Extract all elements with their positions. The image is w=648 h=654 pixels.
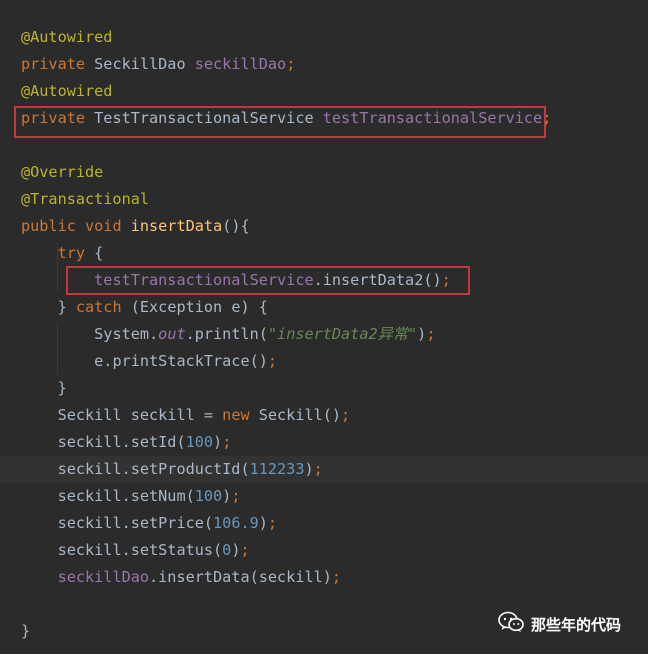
code-token: catch (75, 298, 131, 316)
code-token: } (57, 379, 67, 397)
code-token: ; (231, 487, 241, 505)
code-token: @Autowired (21, 82, 113, 100)
code-token: insertData (130, 217, 223, 235)
code-token: { (94, 244, 104, 262)
code-token: ) (258, 514, 268, 532)
code-token: } (21, 622, 31, 640)
code-line[interactable]: seckill.setProductId(112233); (21, 456, 323, 483)
code-token: @Transactional (21, 190, 150, 208)
code-token: (Exception e) { (130, 298, 268, 316)
code-line[interactable]: seckill.setId(100); (21, 429, 232, 456)
code-token: ; (240, 541, 250, 559)
code-token: seckill.setNum( (57, 487, 195, 505)
code-token: seckill.setPrice( (57, 514, 214, 532)
code-token: .println( (185, 325, 268, 343)
code-token: "insertData2异常" (267, 325, 418, 343)
code-token: ; (331, 568, 342, 586)
code-token: out (158, 325, 186, 343)
code-token: SeckillDao (94, 55, 195, 73)
code-token: Seckill() (258, 406, 342, 424)
code-token: public (21, 217, 86, 235)
code-line[interactable]: @Transactional (21, 186, 149, 213)
code-token: @Override (21, 163, 104, 181)
code-token: seckillDao (194, 55, 287, 73)
code-token: 100 (185, 433, 214, 451)
code-line[interactable]: @Autowired (21, 78, 112, 105)
code-line[interactable]: } catch (Exception e) { (21, 294, 268, 321)
code-token: ; (267, 352, 278, 370)
code-token: .insertData(seckill) (149, 568, 332, 586)
highlight-box-field (14, 106, 546, 138)
code-token: 112233 (249, 460, 305, 478)
code-line[interactable]: seckill.setNum(100); (21, 483, 241, 510)
code-token: ) (213, 433, 223, 451)
code-line[interactable]: seckill.setPrice(106.9); (21, 510, 277, 537)
code-token: seckillDao (57, 568, 150, 586)
code-line[interactable]: Seckill seckill = new Seckill(); (21, 402, 351, 429)
code-token: private (21, 55, 95, 73)
code-token: ; (267, 514, 278, 532)
code-token: try (57, 244, 95, 262)
code-line[interactable]: e.printStackTrace(); (21, 348, 277, 375)
code-token: ; (222, 433, 232, 451)
code-line[interactable]: } (21, 618, 30, 645)
code-token: @Autowired (21, 28, 113, 46)
code-line[interactable]: } (21, 375, 67, 402)
code-line[interactable]: public void insertData(){ (21, 213, 250, 240)
code-token: seckill.setId( (57, 433, 186, 451)
code-token: 0 (222, 541, 232, 559)
code-token: ; (286, 55, 296, 73)
code-token: ) (304, 460, 314, 478)
code-line[interactable]: @Override (21, 159, 103, 186)
watermark: 那些年的代码 (498, 611, 621, 637)
wechat-icon (498, 611, 524, 637)
code-token: ; (341, 406, 351, 424)
code-token: ; (313, 460, 323, 478)
code-token: ) (222, 487, 232, 505)
code-line[interactable]: seckill.setStatus(0); (21, 537, 250, 564)
code-token: seckill.setProductId( (57, 460, 250, 478)
code-line[interactable]: seckillDao.insertData(seckill); (21, 564, 341, 591)
code-token: 106.9 (213, 514, 259, 532)
code-token: ) (417, 325, 427, 343)
code-editor[interactable]: @Autowired private SeckillDao seckillDao;… (0, 0, 648, 654)
code-token: (){ (222, 217, 250, 235)
code-token: 100 (194, 487, 223, 505)
code-line[interactable]: System.out.println("insertData2异常"); (21, 321, 435, 348)
code-token: void (85, 217, 131, 235)
code-token: } (57, 298, 76, 316)
code-token: e.printStackTrace() (94, 352, 268, 370)
code-line[interactable]: private SeckillDao seckillDao; (21, 51, 295, 78)
code-token: new (222, 406, 259, 424)
code-token: ; (426, 325, 436, 343)
watermark-text: 那些年的代码 (531, 615, 622, 634)
code-token: System. (94, 325, 159, 343)
code-token: Seckill seckill = (57, 406, 223, 424)
code-line[interactable]: @Autowired (21, 24, 112, 51)
code-line[interactable]: try { (21, 240, 104, 267)
highlight-box-call (66, 266, 470, 295)
code-token: seckill.setStatus( (57, 541, 223, 559)
